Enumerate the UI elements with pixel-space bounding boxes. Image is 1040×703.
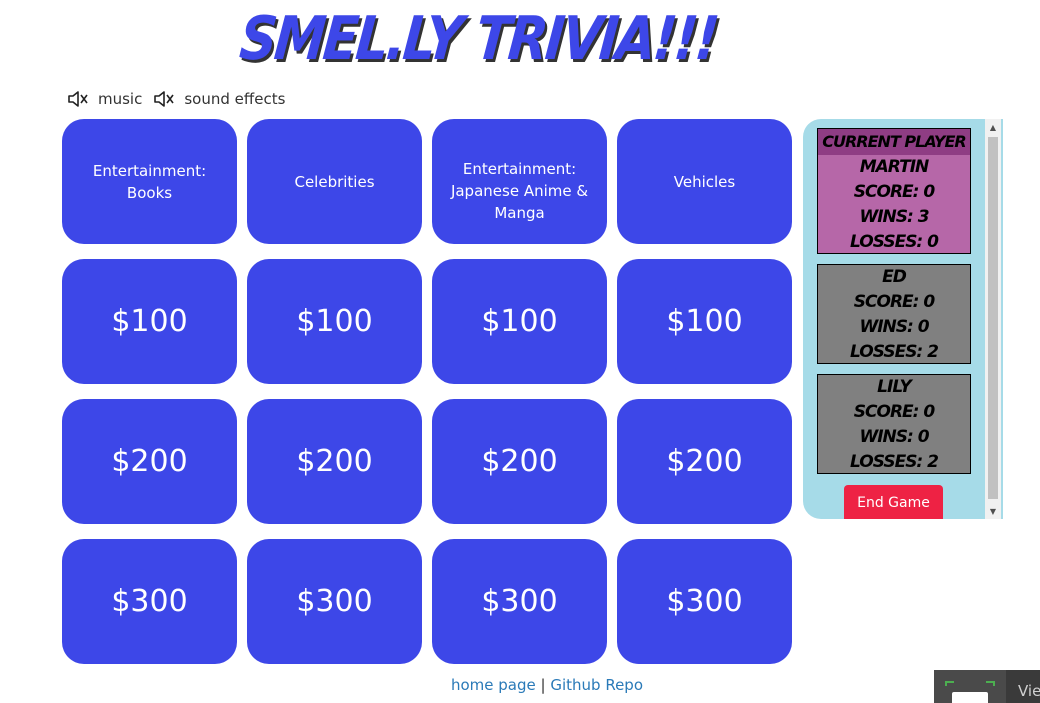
player-score: SCORE: 0 [853,292,935,312]
corner-widget-icon [934,670,1006,703]
scroll-thumb[interactable] [988,137,998,499]
player-losses: LOSSES: 0 [850,232,939,252]
music-label[interactable]: music [98,90,142,108]
scoreboard-panel: CURRENT PLAYER MARTIN SCORE: 0 WINS: 3 L… [803,119,1003,519]
sound-effects-label[interactable]: sound effects [184,90,285,108]
player-wins: WINS: 0 [859,317,929,337]
question-tile[interactable]: $300 [62,539,237,664]
github-repo-link[interactable]: Github Repo [550,676,643,694]
corner-widget-text: Vie [1018,682,1040,700]
question-tile[interactable]: $300 [432,539,607,664]
player-score: SCORE: 0 [853,182,935,202]
category-tile[interactable]: Entertainment: Books [62,119,237,244]
question-tile[interactable]: $300 [617,539,792,664]
category-tile[interactable]: Entertainment: Japanese Anime & Manga [432,119,607,244]
question-tile[interactable]: $300 [247,539,422,664]
scroll-up-icon[interactable]: ▲ [985,119,1001,135]
page-title: SMEL.LY TRIVIA!!! [236,4,720,74]
scroll-down-icon[interactable]: ▼ [985,503,1001,519]
speaker-muted-icon[interactable] [152,87,176,111]
scoreboard-scrollbar[interactable]: ▲ ▼ [985,119,1001,519]
speaker-muted-icon[interactable] [66,87,90,111]
player-card: ED SCORE: 0 WINS: 0 LOSSES: 2 [817,264,971,364]
category-tile[interactable]: Celebrities [247,119,422,244]
question-tile[interactable]: $200 [62,399,237,524]
question-tile[interactable]: $200 [247,399,422,524]
question-tile[interactable]: $200 [617,399,792,524]
player-name: ED [882,267,907,287]
audio-controls: music sound effects [66,86,295,112]
player-score: SCORE: 0 [853,402,935,422]
home-page-link[interactable]: home page [451,676,536,694]
player-wins: WINS: 0 [859,427,929,447]
trivia-board: Entertainment: Books Celebrities Enterta… [62,119,792,664]
question-tile[interactable]: $100 [62,259,237,384]
player-wins: WINS: 3 [859,207,929,227]
player-losses: LOSSES: 2 [850,452,939,472]
player-name: MARTIN [859,157,930,177]
current-player-card: CURRENT PLAYER MARTIN SCORE: 0 WINS: 3 L… [817,128,971,254]
question-tile[interactable]: $100 [247,259,422,384]
footer-separator: | [540,676,546,694]
corner-widget[interactable]: Vie [934,670,1040,703]
end-game-button[interactable]: End Game [844,485,943,519]
question-tile[interactable]: $100 [617,259,792,384]
player-card: LILY SCORE: 0 WINS: 0 LOSSES: 2 [817,374,971,474]
player-name: LILY [877,377,912,397]
question-tile[interactable]: $100 [432,259,607,384]
player-losses: LOSSES: 2 [850,342,939,362]
footer: home page | Github Repo [0,676,1040,694]
category-tile[interactable]: Vehicles [617,119,792,244]
current-player-header: CURRENT PLAYER [818,129,970,155]
question-tile[interactable]: $200 [432,399,607,524]
